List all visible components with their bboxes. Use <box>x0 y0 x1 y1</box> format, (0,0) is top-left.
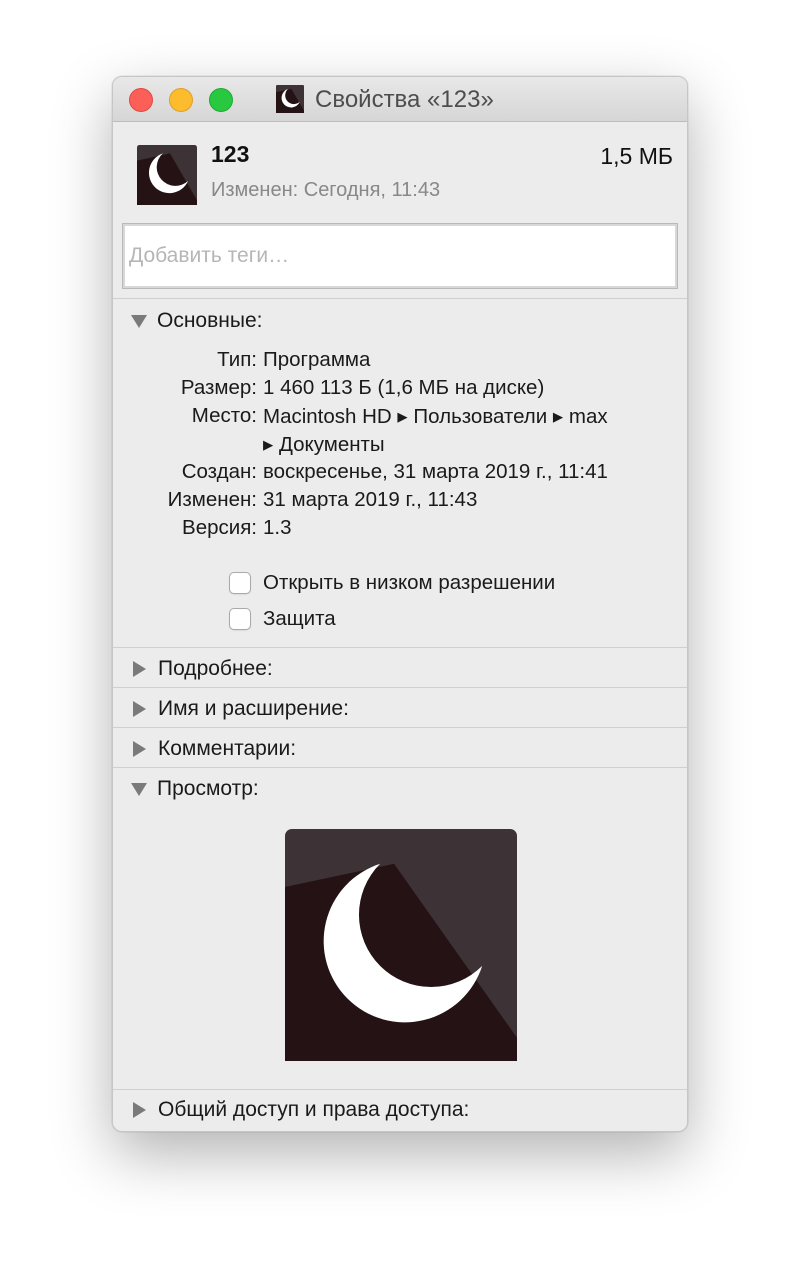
disclosure-triangle-down-icon <box>131 782 147 796</box>
disclosure-triangle-right-icon <box>133 1102 146 1118</box>
info-label: Размер: <box>180 376 257 399</box>
close-button[interactable] <box>129 88 153 112</box>
divider <box>113 647 687 648</box>
info-value: 31 марта 2019 г., 11:43 <box>263 488 478 511</box>
info-value: ▸ Документы <box>263 433 385 456</box>
preview-image <box>285 829 517 1061</box>
divider <box>113 767 687 768</box>
divider <box>113 727 687 728</box>
info-row-size: Размер: 1 460 113 Б (1,6 МБ на диске) <box>113 376 687 404</box>
info-row-location-cont: ▸ Документы <box>113 432 687 460</box>
info-label: Тип: <box>217 348 257 371</box>
info-value: воскресенье, 31 марта 2019 г., 11:41 <box>263 460 608 483</box>
section-comments-toggle[interactable]: Комментарии: <box>131 734 296 764</box>
moon-app-icon <box>137 145 197 205</box>
disclosure-triangle-right-icon <box>133 661 146 677</box>
info-value: Программа <box>263 348 371 371</box>
divider <box>113 1089 687 1090</box>
info-row-modified: Изменен: 31 марта 2019 г., 11:43 <box>113 488 687 516</box>
low-resolution-checkbox[interactable] <box>229 572 251 594</box>
info-label: Изменен: <box>167 488 257 511</box>
section-name-ext-label: Имя и расширение: <box>158 697 349 720</box>
divider <box>113 687 687 688</box>
info-row-type: Тип: Программа <box>113 348 687 376</box>
moon-app-icon <box>276 85 304 113</box>
info-window: Свойства «123» 123 1,5 МБ Изменен: Сегод… <box>112 76 688 1132</box>
info-row-version: Версия: 1.3 <box>113 516 687 544</box>
info-value: 1 460 113 Б (1,6 МБ на диске) <box>263 376 545 399</box>
section-general-label: Основные: <box>157 309 263 332</box>
zoom-button[interactable] <box>209 88 233 112</box>
divider <box>113 298 687 299</box>
locked-checkbox[interactable] <box>229 608 251 630</box>
section-name-ext-toggle[interactable]: Имя и расширение: <box>131 694 349 724</box>
minimize-button[interactable] <box>169 88 193 112</box>
info-row-location: Место: Macintosh HD ▸ Пользователи ▸ max <box>113 404 687 432</box>
section-more-info-toggle[interactable]: Подробнее: <box>131 654 273 684</box>
section-preview-toggle[interactable]: Просмотр: <box>131 774 259 804</box>
low-resolution-checkbox-row[interactable]: Открыть в низком разрешении <box>229 569 555 597</box>
info-label: Место: <box>191 404 257 427</box>
section-sharing-toggle[interactable]: Общий доступ и права доступа: <box>131 1095 469 1125</box>
tags-input[interactable] <box>122 223 678 289</box>
section-general-toggle[interactable]: Основные: <box>131 306 262 336</box>
disclosure-triangle-down-icon <box>131 314 147 328</box>
section-sharing-label: Общий доступ и права доступа: <box>158 1098 470 1121</box>
disclosure-triangle-right-icon <box>133 741 146 757</box>
locked-checkbox-row[interactable]: Защита <box>229 605 336 633</box>
modified-date: Изменен: Сегодня, 11:43 <box>211 179 441 201</box>
disclosure-triangle-right-icon <box>133 701 146 717</box>
low-resolution-label[interactable]: Открыть в низком разрешении <box>263 571 555 595</box>
file-size: 1,5 МБ <box>600 143 673 169</box>
section-comments-label: Комментарии: <box>158 737 297 760</box>
section-more-info-label: Подробнее: <box>158 657 273 680</box>
info-value: Macintosh HD ▸ Пользователи ▸ max <box>263 405 608 428</box>
info-value: 1.3 <box>263 516 292 539</box>
info-label: Версия: <box>182 516 257 539</box>
title-bar[interactable]: Свойства «123» <box>113 77 687 122</box>
locked-label[interactable]: Защита <box>263 607 336 631</box>
info-row-created: Создан: воскресенье, 31 марта 2019 г., 1… <box>113 460 687 488</box>
file-name: 123 <box>211 141 250 167</box>
info-label: Создан: <box>181 460 257 483</box>
section-preview-label: Просмотр: <box>157 777 259 800</box>
window-title: Свойства «123» <box>315 86 494 113</box>
